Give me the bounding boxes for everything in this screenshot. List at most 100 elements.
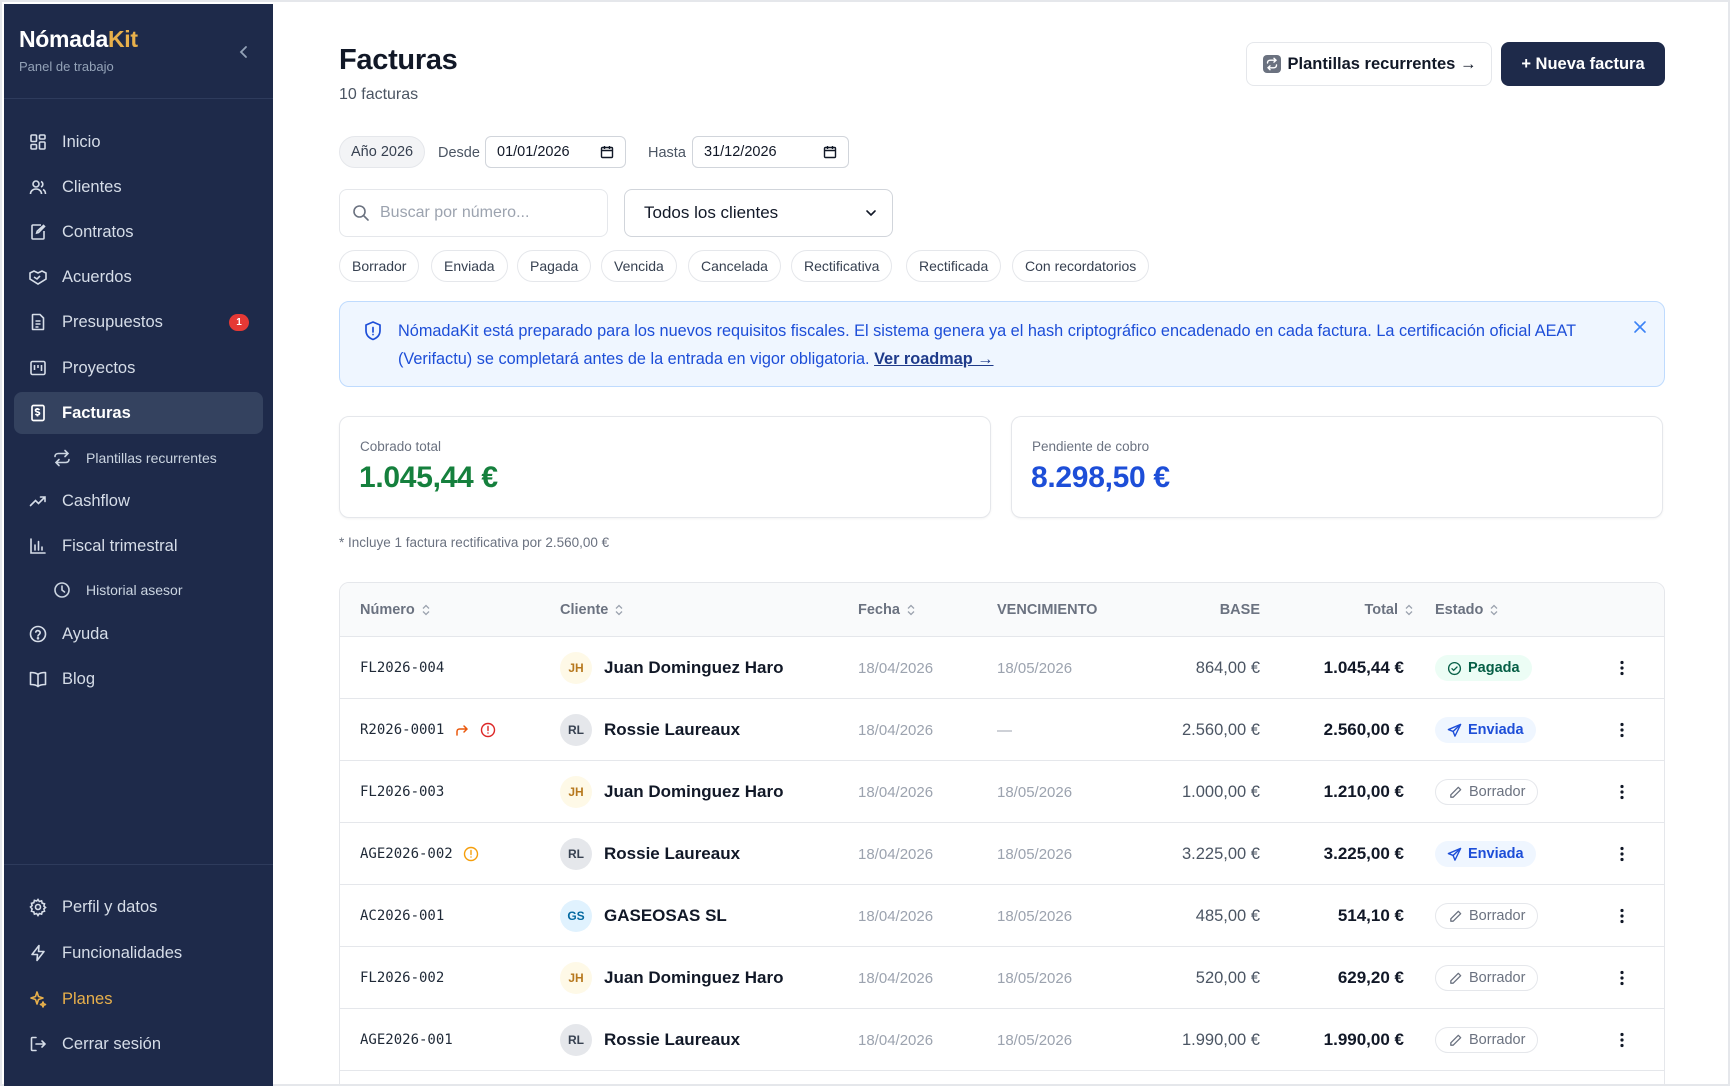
- more-vertical-icon[interactable]: [1613, 845, 1631, 863]
- status-badge[interactable]: Borrador: [1435, 965, 1539, 991]
- invoice-date: 18/04/2026: [858, 659, 934, 677]
- filter-chip-cancelada[interactable]: Cancelada: [688, 250, 781, 282]
- base-amount: 520,00 €: [1195, 968, 1260, 987]
- sidebar-item-cashflow[interactable]: Cashflow: [14, 480, 263, 522]
- status-badge[interactable]: Borrador: [1435, 779, 1539, 805]
- column-header-total[interactable]: Total: [1364, 602, 1414, 618]
- row-actions-button[interactable]: [1613, 637, 1631, 699]
- sidebar-item-cerrar-sesion[interactable]: Cerrar sesión: [14, 1023, 263, 1065]
- invoice-number-cell[interactable]: R2026-0001: [360, 699, 496, 761]
- invoice-number-cell[interactable]: AGE2026-002: [360, 823, 479, 885]
- client-cell[interactable]: RL Rossie Laureaux: [560, 823, 740, 885]
- more-vertical-icon[interactable]: [1613, 1031, 1631, 1049]
- invoice-number[interactable]: AGE2026-002: [360, 846, 453, 862]
- roadmap-link[interactable]: Ver roadmap →: [874, 350, 993, 368]
- status-badge[interactable]: Borrador: [1435, 1027, 1539, 1053]
- table-row[interactable]: R2026-0001 RL Rossie Laureaux 18/04/2026 — 2.…: [340, 699, 1664, 761]
- status-label: Borrador: [1469, 908, 1526, 924]
- status-badge[interactable]: Borrador: [1435, 903, 1539, 929]
- row-actions-button[interactable]: [1613, 761, 1631, 823]
- client-cell[interactable]: JH Juan Dominguez Haro: [560, 761, 783, 823]
- sidebar-item-historial-asesor[interactable]: Historial asesor: [14, 569, 263, 611]
- brand[interactable]: NómadaKit Panel de trabajo: [19, 26, 138, 74]
- sidebar-item-inicio[interactable]: Inicio: [14, 121, 263, 163]
- client-cell[interactable]: GS GASEOSAS SL: [560, 885, 727, 947]
- table-row[interactable]: FL2026-002 JH Juan Dominguez Haro 18/04/202…: [340, 947, 1664, 1009]
- client-cell[interactable]: RL Rossie Laureaux: [560, 699, 740, 761]
- invoice-number[interactable]: FL2026-002: [360, 970, 444, 986]
- client-cell[interactable]: JH Juan Dominguez Haro: [560, 947, 783, 1009]
- more-vertical-icon[interactable]: [1613, 969, 1631, 987]
- status-badge[interactable]: Enviada: [1435, 841, 1536, 867]
- invoice-number-cell[interactable]: FL2026-004: [360, 637, 444, 699]
- table-row[interactable]: AGE2026-001 RL Rossie Laureaux 18/04/2026 18…: [340, 1009, 1664, 1071]
- column-header-client[interactable]: Cliente: [560, 602, 624, 618]
- invoice-number[interactable]: AGE2026-001: [360, 1032, 453, 1048]
- column-header-date[interactable]: Fecha: [858, 602, 916, 618]
- alert-icon[interactable]: [463, 846, 479, 862]
- sidebar-item-facturas[interactable]: Facturas: [14, 392, 263, 434]
- calendar-icon[interactable]: [823, 145, 837, 159]
- invoice-number-cell[interactable]: FL2026-002: [360, 947, 444, 1009]
- invoice-number[interactable]: R2026-0001: [360, 722, 444, 738]
- invoice-number-cell[interactable]: FL2026-003: [360, 761, 444, 823]
- status-badge[interactable]: Enviada: [1435, 717, 1536, 743]
- sidebar-item-contratos[interactable]: Contratos: [14, 211, 263, 253]
- client-select[interactable]: Todos los clientes: [624, 189, 893, 237]
- filter-chip-pagada[interactable]: Pagada: [517, 250, 592, 282]
- search-input[interactable]: Buscar por número...: [339, 189, 608, 237]
- from-date-input[interactable]: 01/01/2026: [485, 136, 626, 168]
- recurring-templates-button[interactable]: Plantillas recurrentes →: [1246, 42, 1492, 86]
- client-cell[interactable]: JH Juan Dominguez Haro: [560, 637, 783, 699]
- sidebar-item-acuerdos[interactable]: Acuerdos: [14, 256, 263, 298]
- table-row[interactable]: FL2026-004 JH Juan Dominguez Haro 18/04/202…: [340, 637, 1664, 699]
- filter-chip-enviada[interactable]: Enviada: [431, 250, 508, 282]
- calendar-icon[interactable]: [600, 145, 614, 159]
- invoice-number-cell[interactable]: AC2026-001: [360, 885, 444, 947]
- filter-chip-recordatorios[interactable]: Con recordatorios: [1012, 250, 1150, 282]
- sidebar-item-perfil[interactable]: Perfil y datos: [14, 886, 263, 928]
- column-header-base: BASE: [1220, 602, 1260, 618]
- filter-chip-rectificativa[interactable]: Rectificativa: [791, 250, 893, 282]
- filter-chip-rectificada[interactable]: Rectificada: [906, 250, 1002, 282]
- table-row[interactable]: AC2026-001 GS GASEOSAS SL 18/04/2026 18/05/2…: [340, 885, 1664, 947]
- sidebar-item-fiscal-trimestral[interactable]: Fiscal trimestral: [14, 525, 263, 567]
- row-actions-button[interactable]: [1613, 885, 1631, 947]
- alert-icon[interactable]: [480, 722, 496, 738]
- status-badge[interactable]: Pagada: [1435, 655, 1532, 681]
- sidebar-item-plantillas-recurrentes[interactable]: Plantillas recurrentes: [14, 437, 263, 479]
- sidebar-item-blog[interactable]: Blog: [14, 658, 263, 700]
- chevron-left-icon[interactable]: [234, 42, 254, 62]
- close-icon[interactable]: [1632, 319, 1648, 335]
- table-row[interactable]: AGE2026-002 RL Rossie Laureaux 18/04/2026 18…: [340, 823, 1664, 885]
- sidebar-item-funcionalidades[interactable]: Funcionalidades: [14, 932, 263, 974]
- more-vertical-icon[interactable]: [1613, 721, 1631, 739]
- year-filter[interactable]: Año 2026: [339, 136, 426, 168]
- client-cell[interactable]: RL Rossie Laureaux: [560, 1009, 740, 1071]
- sidebar-divider: [4, 98, 273, 99]
- new-invoice-button[interactable]: + Nueva factura: [1501, 42, 1665, 86]
- sidebar-item-presupuestos[interactable]: Presupuestos 1: [14, 301, 263, 343]
- invoice-number[interactable]: FL2026-004: [360, 660, 444, 676]
- sidebar-item-proyectos[interactable]: Proyectos: [14, 347, 263, 389]
- filter-chip-vencida[interactable]: Vencida: [601, 250, 677, 282]
- more-vertical-icon[interactable]: [1613, 907, 1631, 925]
- filter-chip-borrador[interactable]: Borrador: [339, 250, 420, 282]
- more-vertical-icon[interactable]: [1613, 659, 1631, 677]
- more-vertical-icon[interactable]: [1613, 783, 1631, 801]
- invoice-number[interactable]: AC2026-001: [360, 908, 444, 924]
- sidebar-item-planes[interactable]: Planes: [14, 978, 263, 1020]
- table-row[interactable]: FL2026-003 JH Juan Dominguez Haro 18/04/202…: [340, 761, 1664, 823]
- row-actions-button[interactable]: [1613, 1009, 1631, 1071]
- invoice-number-cell[interactable]: AGE2026-001: [360, 1009, 453, 1071]
- invoice-number[interactable]: FL2026-003: [360, 784, 444, 800]
- column-header-number[interactable]: Número: [360, 602, 431, 618]
- row-actions-button[interactable]: [1613, 699, 1631, 761]
- row-actions-button[interactable]: [1613, 947, 1631, 1009]
- sidebar-item-ayuda[interactable]: Ayuda: [14, 613, 263, 655]
- row-actions-button[interactable]: [1613, 823, 1631, 885]
- column-header-status[interactable]: Estado: [1435, 602, 1499, 618]
- pencil-icon: [1450, 1034, 1462, 1046]
- sidebar-item-clientes[interactable]: Clientes: [14, 166, 263, 208]
- to-date-input[interactable]: 31/12/2026: [692, 136, 849, 168]
